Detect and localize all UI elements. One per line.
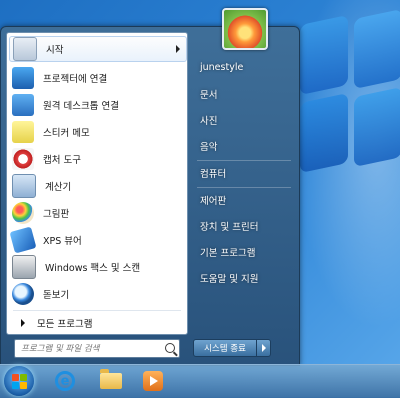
xps-viewer-icon <box>9 226 37 254</box>
program-label: 스티커 메모 <box>43 128 90 139</box>
program-label: 시작 <box>46 45 64 56</box>
taskbar: e <box>0 364 400 398</box>
divider <box>197 187 291 188</box>
program-calculator[interactable]: 계산기 <box>9 173 185 199</box>
paint-icon <box>12 202 34 224</box>
all-programs-button[interactable]: 모든 프로그램 <box>9 314 185 332</box>
right-item-label: 도움말 및 지원 <box>200 274 259 285</box>
right-item-help-support[interactable]: 도움말 및 지원 <box>193 268 293 288</box>
right-item-label: 제어판 <box>200 196 227 207</box>
start-orb-icon[interactable] <box>4 366 34 396</box>
windows-logo-wallpaper <box>300 8 400 190</box>
program-label: 계산기 <box>45 182 72 193</box>
divider <box>13 310 181 311</box>
right-item-label: 사진 <box>200 116 218 127</box>
all-programs-label: 모든 프로그램 <box>37 319 93 330</box>
user-name: junestyle <box>200 61 244 73</box>
right-item-control-panel[interactable]: 제어판 <box>193 190 293 210</box>
program-label: Windows 팩스 및 스캔 <box>45 263 141 274</box>
right-item-devices-printers[interactable]: 장치 및 프린터 <box>193 216 293 236</box>
program-label: 원격 데스크톱 연결 <box>43 101 119 112</box>
right-item-label: 컴퓨터 <box>200 169 227 180</box>
internet-explorer-button[interactable]: e <box>46 367 84 395</box>
program-getting-started[interactable]: 시작 <box>9 36 187 62</box>
program-fax-scan[interactable]: Windows 팩스 및 스캔 <box>9 254 185 280</box>
program-snipping-tool[interactable]: 캡처 도구 <box>9 146 185 172</box>
expand-arrow-icon <box>21 319 25 327</box>
search-input[interactable] <box>19 342 163 355</box>
projector-icon <box>12 67 34 89</box>
folder-icon <box>100 369 122 389</box>
program-projector[interactable]: 프로젝터에 연결 <box>9 65 185 91</box>
right-item-user[interactable]: junestyle <box>193 57 293 77</box>
shutdown-button[interactable]: 시스템 종료 <box>193 339 257 357</box>
right-item-label: 문서 <box>200 90 218 101</box>
shutdown-options-arrow-icon[interactable] <box>256 339 271 357</box>
program-label: 캡처 도구 <box>43 155 81 166</box>
right-item-computer[interactable]: 컴퓨터 <box>193 163 293 183</box>
program-label: XPS 뷰어 <box>43 236 82 247</box>
program-sticky-notes[interactable]: 스티커 메모 <box>9 119 185 145</box>
start-menu: 시작 프로젝터에 연결 원격 데스크톱 연결 스티커 메모 캡처 도구 계산기 … <box>0 26 300 366</box>
calculator-icon <box>12 174 36 198</box>
user-avatar[interactable] <box>222 8 268 50</box>
program-paint[interactable]: 그림판 <box>9 200 185 226</box>
programs-pane: 시작 프로젝터에 연결 원격 데스크톱 연결 스티커 메모 캡처 도구 계산기 … <box>6 32 188 335</box>
media-player-icon <box>143 371 163 391</box>
search-box[interactable] <box>14 339 180 358</box>
windows-explorer-button[interactable] <box>92 367 130 395</box>
right-item-pictures[interactable]: 사진 <box>193 110 293 130</box>
media-player-button[interactable] <box>134 367 172 395</box>
shutdown-label: 시스템 종료 <box>204 344 246 354</box>
internet-explorer-icon: e <box>55 371 75 391</box>
program-magnifier[interactable]: 돋보기 <box>9 281 185 307</box>
submenu-arrow-icon[interactable] <box>176 45 180 53</box>
getting-started-icon <box>13 37 37 61</box>
sticky-notes-icon <box>12 121 34 143</box>
search-icon[interactable] <box>165 343 175 353</box>
remote-desktop-icon <box>12 94 34 116</box>
magnifier-icon <box>12 283 34 305</box>
right-item-music[interactable]: 음악 <box>193 136 293 156</box>
program-label: 프로젝터에 연결 <box>43 74 108 85</box>
right-item-documents[interactable]: 문서 <box>193 84 293 104</box>
program-label: 돋보기 <box>43 290 70 301</box>
divider <box>197 160 291 161</box>
program-remote-desktop[interactable]: 원격 데스크톱 연결 <box>9 92 185 118</box>
right-item-label: 장치 및 프린터 <box>200 222 259 233</box>
right-item-label: 음악 <box>200 142 218 153</box>
right-item-default-programs[interactable]: 기본 프로그램 <box>193 242 293 262</box>
snipping-tool-icon <box>12 148 34 170</box>
right-item-label: 기본 프로그램 <box>200 248 256 259</box>
fax-scan-icon <box>12 255 36 279</box>
program-xps-viewer[interactable]: XPS 뷰어 <box>9 226 185 254</box>
program-label: 그림판 <box>43 209 70 220</box>
